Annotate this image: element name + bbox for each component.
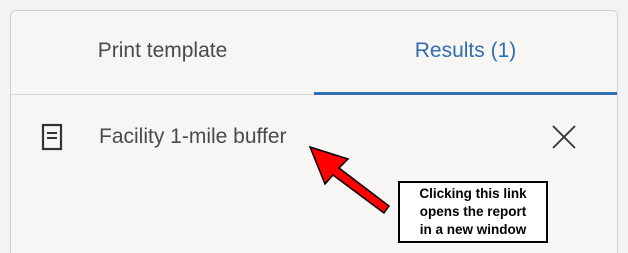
- tab-bar: Print template Results (1): [11, 11, 617, 95]
- callout-line-3: in a new window: [419, 222, 527, 237]
- annotation-callout: Clicking this link opens the report in a…: [398, 181, 548, 243]
- close-icon[interactable]: [551, 124, 577, 150]
- callout-line-1: Clicking this link: [419, 186, 527, 201]
- result-item[interactable]: Facility 1-mile buffer: [11, 113, 617, 161]
- callout-line-2: opens the report: [419, 204, 527, 219]
- tab-print-template[interactable]: Print template: [11, 11, 314, 94]
- tab-results-label: Results (1): [414, 38, 517, 62]
- tab-print-template-label: Print template: [97, 38, 228, 62]
- tab-results[interactable]: Results (1): [314, 11, 617, 95]
- result-link[interactable]: Facility 1-mile buffer: [99, 125, 287, 149]
- document-icon: [41, 123, 63, 151]
